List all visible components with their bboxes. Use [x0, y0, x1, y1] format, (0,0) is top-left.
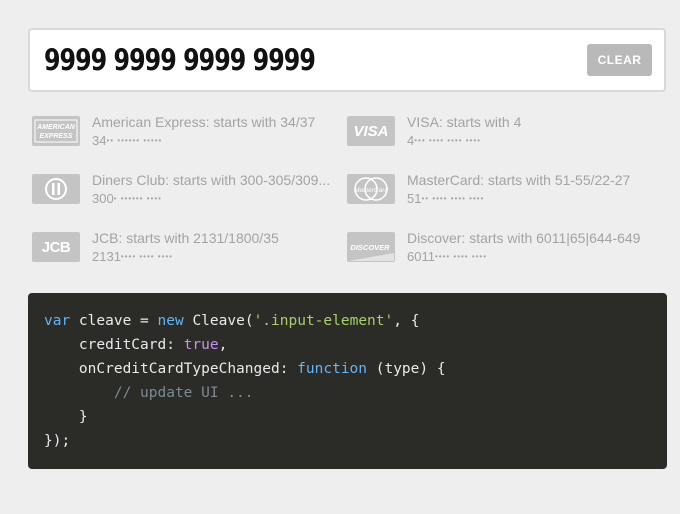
visa-logo-text: VISA [353, 122, 389, 140]
code-text: onCreditCardTypeChanged: [44, 361, 298, 377]
card-mask: 51•• •••• •••• •••• [407, 191, 657, 206]
svg-text:MasterCard: MasterCard [354, 187, 388, 194]
code-text: Cleave( [183, 313, 254, 329]
card-description: JCB: starts with 2131/1800/35 [92, 230, 279, 246]
code-comment: // update UI ... [44, 385, 254, 401]
mask-prefix: 6011 [407, 249, 435, 264]
card-mask: 4••• •••• •••• •••• [407, 133, 657, 148]
mask-dots: •••• •••• •••• [120, 252, 173, 261]
card-type-mastercard: MasterCard MasterCard: starts with 51-55… [347, 170, 657, 214]
card-type-visa: VISA VISA: starts with 4 4••• •••• •••• … [347, 112, 657, 156]
visa-logo-icon: VISA [347, 116, 395, 146]
code-line-4: // update UI ... [44, 381, 651, 405]
discover-logo-icon: DISCOVER [347, 232, 395, 262]
code-text: }); [44, 433, 71, 449]
code-line-1: var cleave = new Cleave('.input-element'… [44, 309, 651, 333]
svg-text:EXPRESS: EXPRESS [39, 133, 72, 140]
mask-prefix: 51 [407, 191, 422, 206]
code-string: '.input-element' [253, 313, 394, 329]
card-type-jcb: JCB JCB: starts with 2131/1800/35 2131••… [32, 228, 342, 272]
code-line-6: }); [44, 429, 651, 453]
card-description: Discover: starts with 6011|65|644-649 [407, 230, 641, 246]
code-keyword: new [157, 313, 184, 329]
code-text: , { [393, 313, 420, 329]
card-type-diners: Diners Club: starts with 300-305/309... … [32, 170, 342, 214]
card-mask: 300• •••••• •••• [92, 191, 342, 206]
code-boolean: true [183, 337, 219, 353]
card-type-discover: DISCOVER Discover: starts with 6011|65|6… [347, 228, 657, 272]
mask-dots: •••• •••• •••• [434, 252, 488, 261]
mask-dots: •• •••• •••• •••• [421, 194, 485, 203]
card-type-amex: AMERICAN EXPRESS American Express: start… [32, 112, 342, 156]
amex-logo-icon: AMERICAN EXPRESS [32, 116, 80, 146]
card-description: American Express: starts with 34/37 [92, 114, 316, 130]
code-text: , [218, 337, 228, 353]
svg-text:AMERICAN: AMERICAN [36, 124, 76, 131]
mask-dots: •• •••••• ••••• [106, 136, 163, 145]
mastercard-logo-icon: MasterCard [347, 174, 395, 204]
card-input-container: CLEAR [28, 28, 666, 92]
mask-prefix: 34 [92, 133, 107, 148]
mask-dots: ••• •••• •••• •••• [414, 136, 481, 145]
code-keyword: var [44, 313, 71, 329]
code-line-3: onCreditCardTypeChanged: function (type)… [44, 357, 651, 381]
code-text: } [44, 409, 88, 425]
card-description: Diners Club: starts with 300-305/309... [92, 172, 331, 188]
code-text: creditCard: [44, 337, 184, 353]
code-sample: var cleave = new Cleave('.input-element'… [28, 293, 667, 469]
code-text: (type) { [367, 361, 446, 377]
mask-prefix: 2131 [92, 249, 121, 264]
mask-prefix: 300 [92, 191, 114, 206]
card-type-list: AMERICAN EXPRESS American Express: start… [32, 112, 662, 272]
card-mask: 34•• •••••• ••••• [92, 133, 342, 148]
code-keyword: function [297, 361, 368, 377]
code-line-2: creditCard: true, [44, 333, 651, 357]
credit-card-input[interactable] [44, 40, 487, 80]
jcb-logo-text: JCB [41, 238, 71, 256]
card-description: VISA: starts with 4 [407, 114, 522, 130]
diners-club-logo-icon [32, 174, 80, 204]
card-mask: 2131•••• •••• •••• [92, 249, 342, 264]
code-line-5: } [44, 405, 651, 429]
clear-button[interactable]: CLEAR [587, 44, 652, 76]
mask-dots: • •••••• •••• [113, 194, 162, 203]
card-mask: 6011•••• •••• •••• [407, 249, 657, 264]
jcb-logo-icon: JCB [32, 232, 80, 262]
svg-text:DISCOVER: DISCOVER [350, 243, 390, 252]
card-description: MasterCard: starts with 51-55/22-27 [407, 172, 631, 188]
code-text: cleave = [70, 313, 158, 329]
